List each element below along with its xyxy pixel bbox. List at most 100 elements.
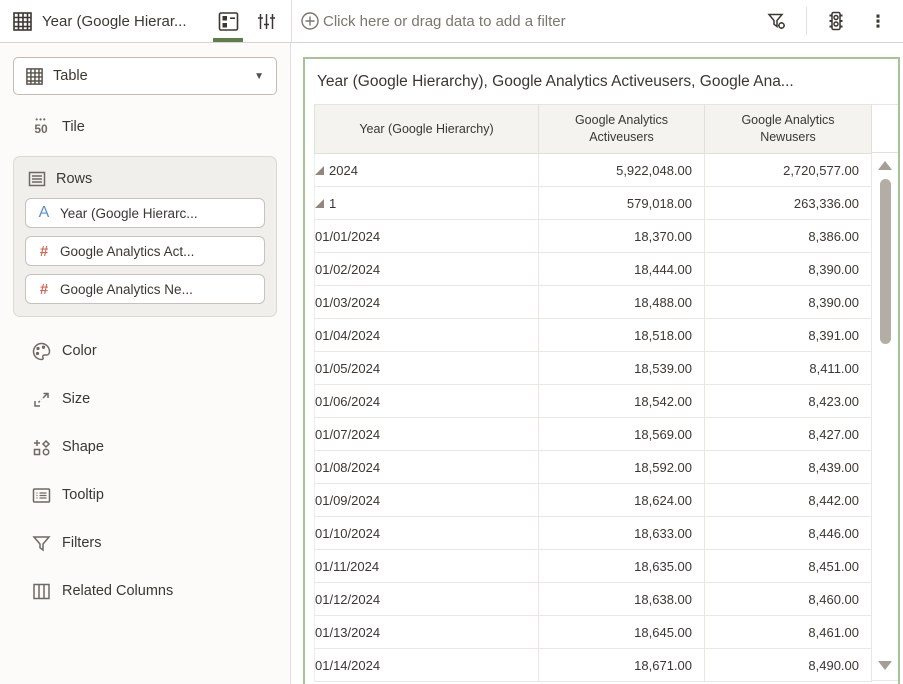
grammar-target-tile[interactable]: •••50 Tile xyxy=(30,112,277,142)
add-filter-bar[interactable]: Click here or drag data to add a filter xyxy=(300,11,762,31)
grammar-target-color[interactable]: Color xyxy=(13,327,277,375)
filter-settings-icon[interactable] xyxy=(762,0,792,42)
scroll-up-arrow-icon[interactable] xyxy=(878,161,892,170)
grammar-target-related-columns[interactable]: Related Columns xyxy=(13,567,277,615)
value-cell[interactable]: 8,442.00 xyxy=(705,484,872,517)
row-label-cell[interactable]: 01/09/2024 xyxy=(315,484,539,517)
pill-label: Google Analytics Act... xyxy=(60,244,194,259)
grammar-sidebar: Table ▼ •••50 Tile Rows A xyxy=(0,43,291,684)
value-cell[interactable]: 8,461.00 xyxy=(705,616,872,649)
table-row[interactable]: 01/03/202418,488.008,390.00 xyxy=(315,286,872,319)
pill-year-google-hierarchy[interactable]: A Year (Google Hierarc... xyxy=(25,198,265,228)
value-cell[interactable]: 8,390.00 xyxy=(705,253,872,286)
value-cell[interactable]: 8,490.00 xyxy=(705,649,872,682)
collapse-triangle-icon[interactable] xyxy=(315,199,324,208)
value-cell[interactable]: 8,390.00 xyxy=(705,286,872,319)
value-cell[interactable]: 8,411.00 xyxy=(705,352,872,385)
table-row[interactable]: 01/11/202418,635.008,451.00 xyxy=(315,550,872,583)
value-cell[interactable]: 5,922,048.00 xyxy=(539,154,705,187)
row-label-cell[interactable]: 01/11/2024 xyxy=(315,550,539,583)
column-header-activeusers[interactable]: Google Analytics Activeusers xyxy=(539,105,705,154)
rows-drop-zone[interactable]: Rows A Year (Google Hierarc... # Google … xyxy=(13,156,277,317)
scrollbar-thumb[interactable] xyxy=(880,179,891,344)
value-cell[interactable]: 18,638.00 xyxy=(539,583,705,616)
collapse-triangle-icon[interactable] xyxy=(315,166,324,175)
grammar-target-shape[interactable]: Shape xyxy=(13,423,277,471)
table-row[interactable]: 1579,018.00263,336.00 xyxy=(315,187,872,220)
value-cell[interactable]: 8,427.00 xyxy=(705,418,872,451)
add-filter-placeholder: Click here or drag data to add a filter xyxy=(323,13,566,30)
value-cell[interactable]: 18,542.00 xyxy=(539,385,705,418)
column-header-newusers[interactable]: Google Analytics Newusers xyxy=(705,105,872,154)
row-label-cell[interactable]: 01/07/2024 xyxy=(315,418,539,451)
table-row[interactable]: 01/06/202418,542.008,423.00 xyxy=(315,385,872,418)
value-cell[interactable]: 18,624.00 xyxy=(539,484,705,517)
value-cell[interactable]: 18,633.00 xyxy=(539,517,705,550)
grammar-target-size[interactable]: Size xyxy=(13,375,277,423)
row-label-cell[interactable]: 01/13/2024 xyxy=(315,616,539,649)
value-cell[interactable]: 8,386.00 xyxy=(705,220,872,253)
active-tab-underline xyxy=(213,38,243,42)
value-cell[interactable]: 8,423.00 xyxy=(705,385,872,418)
vertical-scrollbar[interactable] xyxy=(872,104,899,681)
table-row[interactable]: 01/10/202418,633.008,446.00 xyxy=(315,517,872,550)
column-header-year[interactable]: Year (Google Hierarchy) xyxy=(315,105,539,154)
pill-google-analytics-newusers[interactable]: # Google Analytics Ne... xyxy=(25,274,265,304)
pill-google-analytics-activeusers[interactable]: # Google Analytics Act... xyxy=(25,236,265,266)
value-cell[interactable]: 263,336.00 xyxy=(705,187,872,220)
table-row[interactable]: 01/09/202418,624.008,442.00 xyxy=(315,484,872,517)
grammar-targets: Color Size xyxy=(13,327,277,615)
value-cell[interactable]: 18,592.00 xyxy=(539,451,705,484)
viz-type-select[interactable]: Table ▼ xyxy=(13,57,277,95)
value-cell[interactable]: 8,451.00 xyxy=(705,550,872,583)
grammar-target-tooltip[interactable]: Tooltip xyxy=(13,471,277,519)
row-label-cell[interactable]: 01/14/2024 xyxy=(315,649,539,682)
table-row[interactable]: 01/12/202418,638.008,460.00 xyxy=(315,583,872,616)
value-cell[interactable]: 18,671.00 xyxy=(539,649,705,682)
table-visualization-panel[interactable]: Year (Google Hierarchy), Google Analytic… xyxy=(303,57,900,684)
row-label-cell[interactable]: 01/10/2024 xyxy=(315,517,539,550)
row-label-cell[interactable]: 01/02/2024 xyxy=(315,253,539,286)
row-label: 01/01/2024 xyxy=(315,229,380,244)
grammar-target-filters[interactable]: Filters xyxy=(13,519,277,567)
table-row[interactable]: 01/07/202418,569.008,427.00 xyxy=(315,418,872,451)
value-cell[interactable]: 18,518.00 xyxy=(539,319,705,352)
value-cell[interactable]: 8,439.00 xyxy=(705,451,872,484)
table-row[interactable]: 01/02/202418,444.008,390.00 xyxy=(315,253,872,286)
grammar-panel-toggle[interactable] xyxy=(213,0,243,42)
row-label-cell[interactable]: 01/05/2024 xyxy=(315,352,539,385)
row-label-cell[interactable]: 01/01/2024 xyxy=(315,220,539,253)
row-label-cell[interactable]: 01/08/2024 xyxy=(315,451,539,484)
value-cell[interactable]: 18,539.00 xyxy=(539,352,705,385)
kebab-menu-icon[interactable]: ⋮ xyxy=(863,0,893,42)
value-cell[interactable]: 18,370.00 xyxy=(539,220,705,253)
grammar-target-label: Tooltip xyxy=(62,487,104,503)
row-label-cell[interactable]: 01/04/2024 xyxy=(315,319,539,352)
table-row[interactable]: 01/04/202418,518.008,391.00 xyxy=(315,319,872,352)
row-label-cell[interactable]: 01/03/2024 xyxy=(315,286,539,319)
value-cell[interactable]: 18,488.00 xyxy=(539,286,705,319)
value-cell[interactable]: 8,446.00 xyxy=(705,517,872,550)
table-row[interactable]: 01/13/2024 18,645.008,461.00 xyxy=(315,616,872,649)
value-cell[interactable]: 18,569.00 xyxy=(539,418,705,451)
row-label-cell[interactable]: 01/12/2024 xyxy=(315,583,539,616)
value-cell[interactable]: 8,391.00 xyxy=(705,319,872,352)
data-settings-icon[interactable] xyxy=(821,0,851,42)
table-row[interactable]: 01/05/202418,539.008,411.00 xyxy=(315,352,872,385)
value-cell[interactable]: 579,018.00 xyxy=(539,187,705,220)
row-label-cell[interactable]: 1 xyxy=(315,187,539,220)
value-cell[interactable]: 18,635.00 xyxy=(539,550,705,583)
value-cell[interactable]: 8,460.00 xyxy=(705,583,872,616)
scroll-down-arrow-icon[interactable] xyxy=(878,661,892,670)
row-label-cell[interactable]: 2024 xyxy=(315,154,539,187)
table-row[interactable]: 01/08/202418,592.008,439.00 xyxy=(315,451,872,484)
table-row[interactable]: 01/14/202418,671.008,490.00 xyxy=(315,649,872,682)
row-label-cell[interactable]: 01/06/2024 xyxy=(315,385,539,418)
value-cell[interactable]: 18,444.00 xyxy=(539,253,705,286)
table-row[interactable]: 01/01/2024 18,370.008,386.00 xyxy=(315,220,872,253)
table-row[interactable]: 20245,922,048.002,720,577.00 xyxy=(315,154,872,187)
row-label: 01/13/2024 xyxy=(315,625,380,640)
properties-sliders-icon[interactable] xyxy=(251,0,281,42)
value-cell[interactable]: 2,720,577.00 xyxy=(705,154,872,187)
value-cell[interactable]: 18,645.00 xyxy=(539,616,705,649)
